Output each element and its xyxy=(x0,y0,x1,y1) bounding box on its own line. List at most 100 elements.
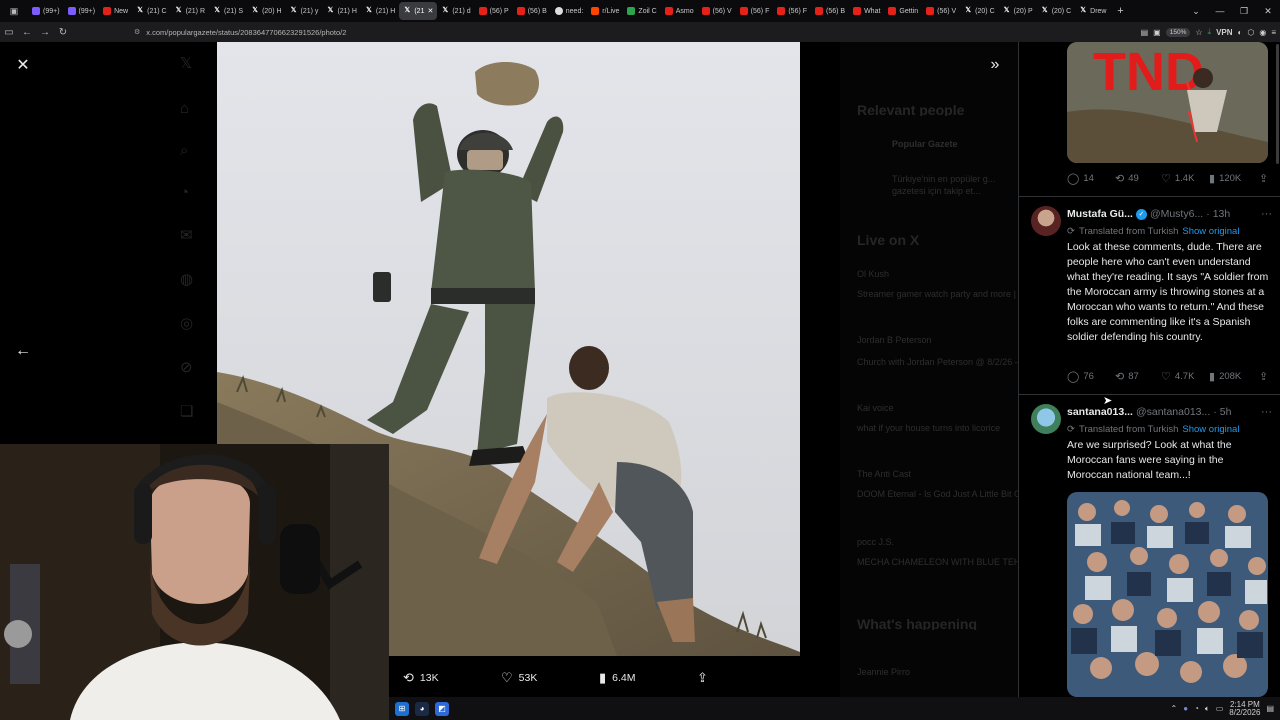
reply-top-replies[interactable]: ◯ 14 xyxy=(1067,172,1094,185)
tray-chevron-icon[interactable]: ⌃ xyxy=(1171,704,1178,713)
reply-2-show-original[interactable]: Show original xyxy=(1182,424,1239,435)
browser-tab[interactable]: 𝕏 (21) H xyxy=(361,2,399,20)
forward-icon[interactable]: → xyxy=(36,22,54,42)
reply-1-likes[interactable]: ♡ 4.7K xyxy=(1161,370,1194,383)
extensions-icon[interactable]: ⬡ xyxy=(1247,28,1254,37)
discord-icon[interactable]: ● xyxy=(1183,704,1188,713)
volume-icon[interactable]: 🔈︎ xyxy=(1205,704,1210,714)
previous-photo-icon[interactable]: ← xyxy=(12,340,34,362)
browser-tab[interactable]: (56) B xyxy=(811,2,849,20)
zoom-indicator[interactable]: 150% xyxy=(1165,27,1191,37)
browser-tab[interactable]: New xyxy=(99,2,132,20)
reply-1-views[interactable]: ▮ 208K xyxy=(1209,370,1241,383)
vpn-badge[interactable]: VPN xyxy=(1216,28,1232,37)
browser-tab[interactable]: Gettin xyxy=(884,2,922,20)
like-button[interactable]: ♡ 53K xyxy=(501,660,537,696)
battery-icon[interactable]: ▭ xyxy=(1216,704,1224,713)
reply-1-replies[interactable]: ◯ 76 xyxy=(1067,370,1094,383)
reply-1-retweets[interactable]: ⟲ 87 xyxy=(1115,370,1139,383)
back-icon[interactable]: ← xyxy=(18,22,36,42)
reply-top-retweets[interactable]: ⟲ 49 xyxy=(1115,172,1139,185)
close-window-icon[interactable]: ✕ xyxy=(1256,0,1280,22)
menu-icon[interactable]: ≡ xyxy=(1271,28,1276,37)
tw-favicon-icon xyxy=(67,7,76,15)
reader-icon[interactable]: ▤ xyxy=(1141,28,1149,37)
more-options-icon[interactable]: ··· xyxy=(1261,406,1272,418)
bookmark-star-icon[interactable]: ☆ xyxy=(1195,28,1202,37)
notifications-tray-icon[interactable]: ▤ xyxy=(1266,704,1274,713)
download-icon[interactable]: ⤓ xyxy=(1208,27,1212,37)
browser-tab[interactable]: (56) F xyxy=(736,2,774,20)
more-options-icon[interactable]: ··· xyxy=(1261,208,1272,220)
browser-tab[interactable]: (56) V xyxy=(698,2,736,20)
reply-top-share[interactable]: ⇪ xyxy=(1259,172,1268,185)
profile-icon[interactable]: ◉ xyxy=(1259,28,1266,37)
browser-tab[interactable]: (99+) xyxy=(28,2,64,20)
reply-2-time[interactable]: 5h xyxy=(1220,406,1232,418)
reply-1-share[interactable]: ⇪ xyxy=(1259,370,1268,383)
app-icon[interactable]: ◩ xyxy=(435,701,449,716)
browser-tab[interactable]: 𝕏 (20) P xyxy=(999,2,1037,20)
new-tab-button[interactable]: + xyxy=(1110,5,1130,17)
happening-item-1: Jeannie Pirro xyxy=(857,667,911,677)
browser-tab-label: (20) C xyxy=(1051,7,1072,15)
reply-media-top[interactable]: TND xyxy=(1067,42,1268,163)
browser-tab[interactable]: (56) F xyxy=(773,2,811,20)
browser-tab[interactable]: 𝕏 (21) S xyxy=(209,2,247,20)
tab-search-icon[interactable]: ⌄ xyxy=(1184,0,1208,22)
messages-icon: ✉ xyxy=(180,227,193,244)
avatar[interactable] xyxy=(1031,404,1061,434)
browser-menu-icon[interactable]: ▣ xyxy=(0,0,28,22)
browser-tab[interactable]: (56) P xyxy=(475,2,513,20)
share-button[interactable]: ⇪ xyxy=(697,660,708,696)
retweet-button[interactable]: ⟲ 13K xyxy=(403,660,439,696)
reload-icon[interactable]: ↻ xyxy=(54,22,72,42)
browser-tab[interactable]: 𝕏 (20) H xyxy=(247,2,285,20)
close-viewer-icon[interactable]: ✕ xyxy=(12,54,34,76)
browser-tab[interactable]: 𝕏 (21) y xyxy=(286,2,323,20)
close-tab-icon[interactable]: ✕ xyxy=(427,7,433,15)
browser-tab[interactable]: What xyxy=(849,2,884,20)
expand-replies-icon[interactable]: » xyxy=(983,54,1007,76)
site-info-icon[interactable]: ⚙ xyxy=(134,28,140,36)
screenshot-icon[interactable]: ▣ xyxy=(1153,28,1161,37)
browser-tab[interactable]: 𝕏 (21) H xyxy=(322,2,360,20)
network-icon[interactable]: ◔ xyxy=(1194,704,1199,713)
sidebar-toggle-icon[interactable]: ▭ xyxy=(0,22,18,42)
browser-tab[interactable]: Asmo xyxy=(661,2,698,20)
system-clock[interactable]: 2:14 PM 8/2/2026 xyxy=(1229,700,1260,717)
reply-2-name[interactable]: santana013... xyxy=(1067,406,1133,418)
browser-tab[interactable]: 𝕏 (21) R xyxy=(171,2,209,20)
browser-tab[interactable]: Zoil C xyxy=(623,2,660,20)
browser-tab-label: (21) R xyxy=(185,7,206,15)
browser-tab-label: Gettin xyxy=(899,7,919,15)
reply-1-show-original[interactable]: Show original xyxy=(1182,226,1239,237)
maximize-icon[interactable]: ❐ xyxy=(1232,0,1256,22)
reply-2-handle[interactable]: @santana013... xyxy=(1136,406,1210,418)
browser-tab[interactable]: (99+) xyxy=(64,2,100,20)
reply-1-time[interactable]: 13h xyxy=(1213,208,1231,220)
browser-tab[interactable]: r/Live xyxy=(587,2,623,20)
browser-tab[interactable]: need: xyxy=(551,2,588,20)
minimize-icon[interactable]: — xyxy=(1208,0,1232,22)
steam-icon[interactable]: ◕ xyxy=(415,701,429,716)
wallet-icon[interactable]: ◐ xyxy=(1238,28,1243,37)
reply-1-handle[interactable]: @Musty6... xyxy=(1150,208,1203,220)
reply-1-name[interactable]: Mustafa Gü... xyxy=(1067,208,1133,220)
reply-top-views[interactable]: ▮ 120K xyxy=(1209,172,1241,185)
browser-tab[interactable]: 𝕏 (20) C xyxy=(1037,2,1075,20)
browser-tab[interactable]: (56) B xyxy=(513,2,551,20)
url-field[interactable]: ⚙ x.com/populargazete/status/20836477066… xyxy=(134,25,1014,39)
reply-top-likes[interactable]: ♡ 1.4K xyxy=(1161,172,1194,185)
browser-tab[interactable]: 𝕏 (21 ✕ xyxy=(399,2,438,20)
browser-tab[interactable]: 𝕏 (20) C xyxy=(960,2,998,20)
browser-tab[interactable]: 𝕏 Drew xyxy=(1075,2,1110,20)
browser-tab[interactable]: (56) V xyxy=(922,2,960,20)
reply-2-media[interactable] xyxy=(1067,492,1268,697)
views-button[interactable]: ▮ 6.4M xyxy=(599,660,636,696)
avatar[interactable] xyxy=(1031,206,1061,236)
browser-tab[interactable]: 𝕏 (21) C xyxy=(132,2,170,20)
browser-tab[interactable]: 𝕏 (21) d xyxy=(437,2,474,20)
scrollbar[interactable] xyxy=(1276,44,1279,164)
start-icon[interactable]: ⊞ xyxy=(395,701,409,716)
